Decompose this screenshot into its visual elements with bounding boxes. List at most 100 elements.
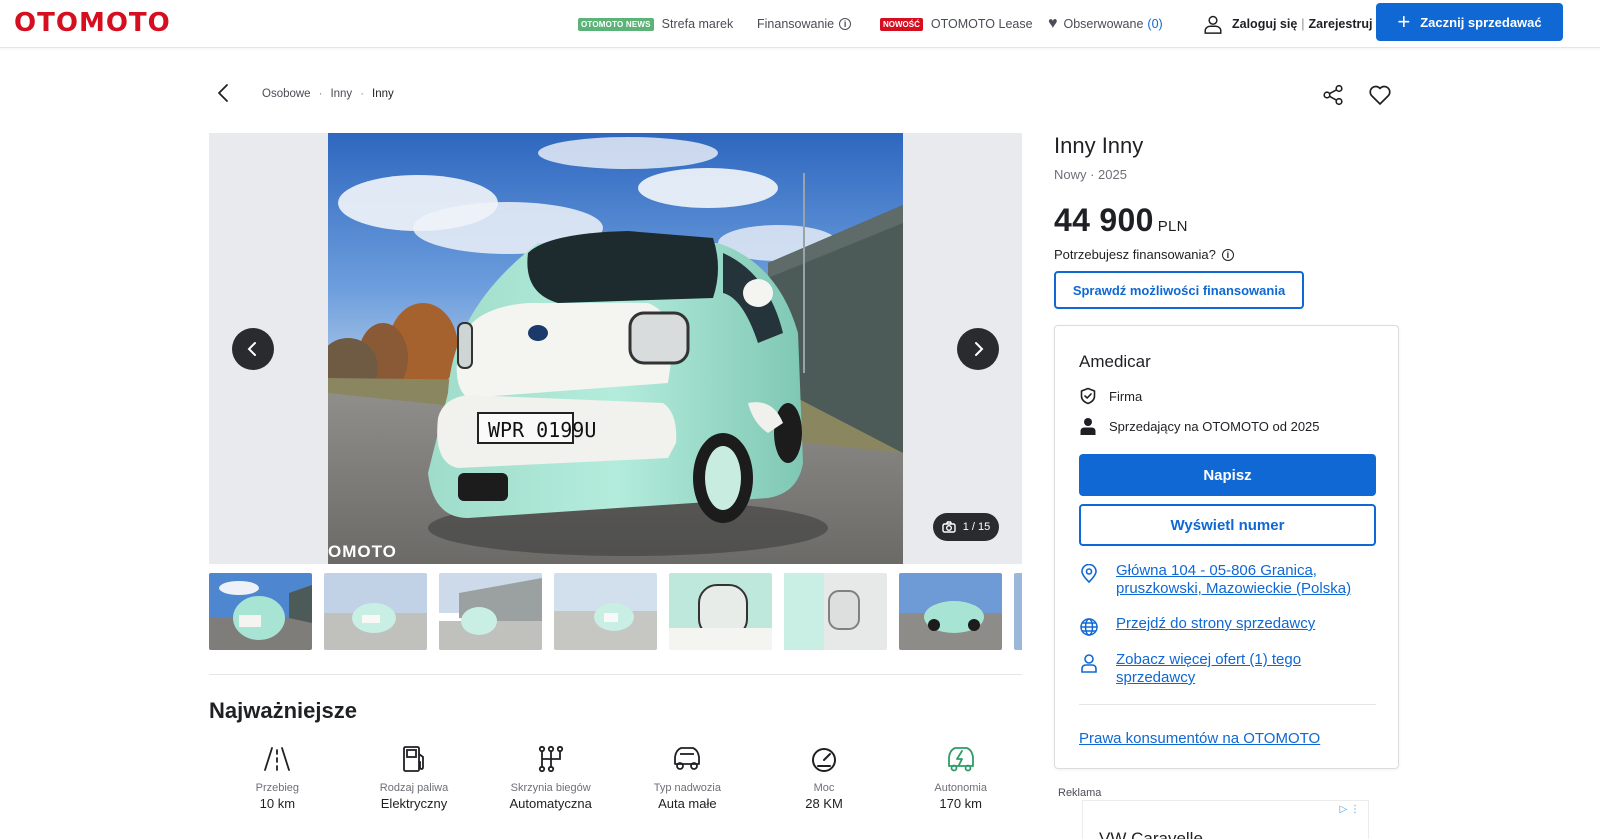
gearbox-icon <box>538 745 563 773</box>
financing-question: Potrzebujesz finansowania? i <box>1054 247 1234 262</box>
plus-icon: + <box>1397 9 1411 34</box>
chevron-right-icon <box>975 342 984 356</box>
feature-value: 170 km <box>939 796 983 811</box>
feature-value: Automatyczna <box>509 796 592 811</box>
nav-strefa-marek[interactable]: OTOMOTO NEWS Strefa marek <box>578 0 733 48</box>
chevron-left-icon <box>247 342 256 356</box>
seller-card: Amedicar Firma Sprzedający na OTOMOTO od… <box>1054 325 1399 769</box>
speedometer-icon <box>812 748 837 772</box>
feature-label: Autonomia <box>934 782 987 794</box>
seller-more-offers-row: Zobacz więcej ofert (1) tego sprzedawcy <box>1079 651 1371 687</box>
new-badge: NOWOŚĆ <box>880 17 923 31</box>
section-divider <box>209 674 1022 675</box>
info-icon: i <box>839 18 852 30</box>
car-photo-illustration: WPR 0199U <box>328 133 903 564</box>
feature-power: Moc 28 KM <box>756 744 893 811</box>
thumbnail-strip <box>209 573 1022 651</box>
thumbnail[interactable] <box>1014 573 1022 650</box>
info-icon[interactable]: i <box>1221 248 1234 261</box>
nav-observed[interactable]: ♥ Obserwowane (0) <box>1048 0 1163 48</box>
road-icon <box>264 747 291 771</box>
listing-price: 44 900 PLN <box>1054 202 1188 239</box>
person-icon <box>1080 418 1096 435</box>
globe-icon <box>1080 618 1098 636</box>
check-financing-button[interactable]: Sprawdź możliwości finansowania <box>1054 271 1304 309</box>
start-selling-button[interactable]: + Zacznij sprzedawać <box>1376 3 1563 41</box>
gallery-next-button[interactable] <box>957 328 999 370</box>
news-badge: OTOMOTO NEWS <box>578 17 654 31</box>
seller-address-link[interactable]: Główna 104 - 05-806 Granica, pruszkowski… <box>1116 562 1371 598</box>
thumbnail[interactable] <box>899 573 1002 650</box>
breadcrumb-item-make[interactable]: Inny <box>330 88 352 100</box>
breadcrumb-separator: · <box>318 88 323 100</box>
main-car-photo[interactable]: WPR 0199U OMOTO <box>328 133 903 564</box>
breadcrumb-item-current: Inny <box>372 88 394 100</box>
price-currency: PLN <box>1157 218 1188 235</box>
feature-gearbox: Skrzynia biegów Automatyczna <box>482 744 619 811</box>
feature-label: Rodzaj paliwa <box>379 782 449 794</box>
feature-value: 10 km <box>259 796 296 811</box>
feature-label: Moc <box>813 782 835 794</box>
login-separator: | <box>1301 17 1305 31</box>
thumbnail[interactable] <box>554 573 657 650</box>
listing-subtitle: Nowy · 2025 <box>1054 167 1127 182</box>
seller-website-link[interactable]: Przejdź do strony sprzedawcy <box>1116 615 1371 633</box>
breadcrumb: Osobowe · Inny · Inny <box>262 88 394 100</box>
svg-text:WPR 0199U: WPR 0199U <box>488 418 596 442</box>
seller-since: Sprzedający na OTOMOTO od 2025 <box>1109 418 1320 434</box>
nav-lease-label: OTOMOTO Lease <box>930 17 1033 31</box>
price-amount: 44 900 <box>1054 202 1154 238</box>
watermark: OMOTO <box>328 542 397 561</box>
thumbnail[interactable] <box>669 573 772 650</box>
highlights-title: Najważniejsze <box>209 698 357 723</box>
seller-name: Amedicar <box>1079 352 1151 371</box>
camera-icon <box>942 521 956 533</box>
photo-counter-text: 1 / 15 <box>962 521 991 533</box>
feature-label: Typ nadwozia <box>653 782 721 794</box>
car-body-icon <box>674 747 701 770</box>
card-divider <box>1079 704 1376 705</box>
location-pin-icon <box>1081 564 1097 584</box>
breadcrumb-item-osobowe[interactable]: Osobowe <box>262 88 311 100</box>
financing-question-text: Potrzebujesz finansowania? <box>1054 247 1216 262</box>
feature-mileage: Przebieg 10 km <box>209 744 346 811</box>
feature-fuel: Rodzaj paliwa Elektryczny <box>346 744 483 811</box>
ad-choices-icon[interactable]: ▷ ⋮ <box>1340 804 1360 815</box>
otomoto-logo[interactable]: OTOMOTO <box>14 8 171 38</box>
highlights-list: Przebieg 10 km Rodzaj paliwa Elektryczny… <box>209 744 1029 811</box>
top-header: OTOMOTO OTOMOTO NEWS Strefa marek Finans… <box>0 0 1600 48</box>
show-phone-button[interactable]: Wyświetl numer <box>1079 504 1376 546</box>
seller-address-row: Główna 104 - 05-806 Granica, pruszkowski… <box>1079 562 1371 598</box>
feature-body-type: Typ nadwozia Auta małe <box>619 744 756 811</box>
thumbnail[interactable] <box>324 573 427 650</box>
seller-more-offers-link[interactable]: Zobacz więcej ofert (1) tego sprzedawcy <box>1116 651 1371 687</box>
user-icon <box>1204 15 1222 34</box>
thumbnail[interactable] <box>784 573 887 650</box>
nav-finansowanie-label: Finansowanie <box>757 17 835 31</box>
photo-gallery[interactable]: WPR 0199U OMOTO 1 / 15 <box>209 133 1022 564</box>
write-message-button[interactable]: Napisz <box>1079 454 1376 496</box>
nav-observed-label: Obserwowane <box>1063 17 1144 31</box>
thumbnail[interactable] <box>439 573 542 650</box>
feature-value: Auta małe <box>658 796 717 811</box>
share-icon[interactable] <box>1322 84 1344 106</box>
login-link[interactable]: Zaloguj się <box>1232 17 1297 31</box>
thumbnail[interactable] <box>209 573 312 650</box>
back-arrow-icon[interactable] <box>214 83 234 103</box>
seller-type-row: Firma <box>1079 387 1142 405</box>
start-selling-label: Zacznij sprzedawać <box>1420 14 1542 30</box>
ev-battery-icon <box>947 747 974 772</box>
seller-website-row: Przejdź do strony sprzedawcy <box>1079 615 1371 637</box>
nav-finansowanie[interactable]: Finansowanie i <box>757 0 852 48</box>
nav-account: Zaloguj się | Zarejestruj się <box>1202 0 1393 48</box>
shield-check-icon <box>1080 387 1096 405</box>
consumer-rights-link[interactable]: Prawa konsumentów na OTOMOTO <box>1079 730 1320 747</box>
feature-label: Skrzynia biegów <box>510 782 591 794</box>
listing-title: Inny Inny <box>1054 133 1144 158</box>
advertisement[interactable]: ▷ ⋮ VW Caravelle <box>1082 800 1369 839</box>
fuel-pump-icon <box>403 746 424 772</box>
feature-range: Autonomia 170 km <box>892 744 1029 811</box>
nav-lease[interactable]: NOWOŚĆ OTOMOTO Lease <box>880 0 1033 48</box>
favorite-heart-icon[interactable] <box>1368 83 1392 107</box>
gallery-prev-button[interactable] <box>232 328 274 370</box>
